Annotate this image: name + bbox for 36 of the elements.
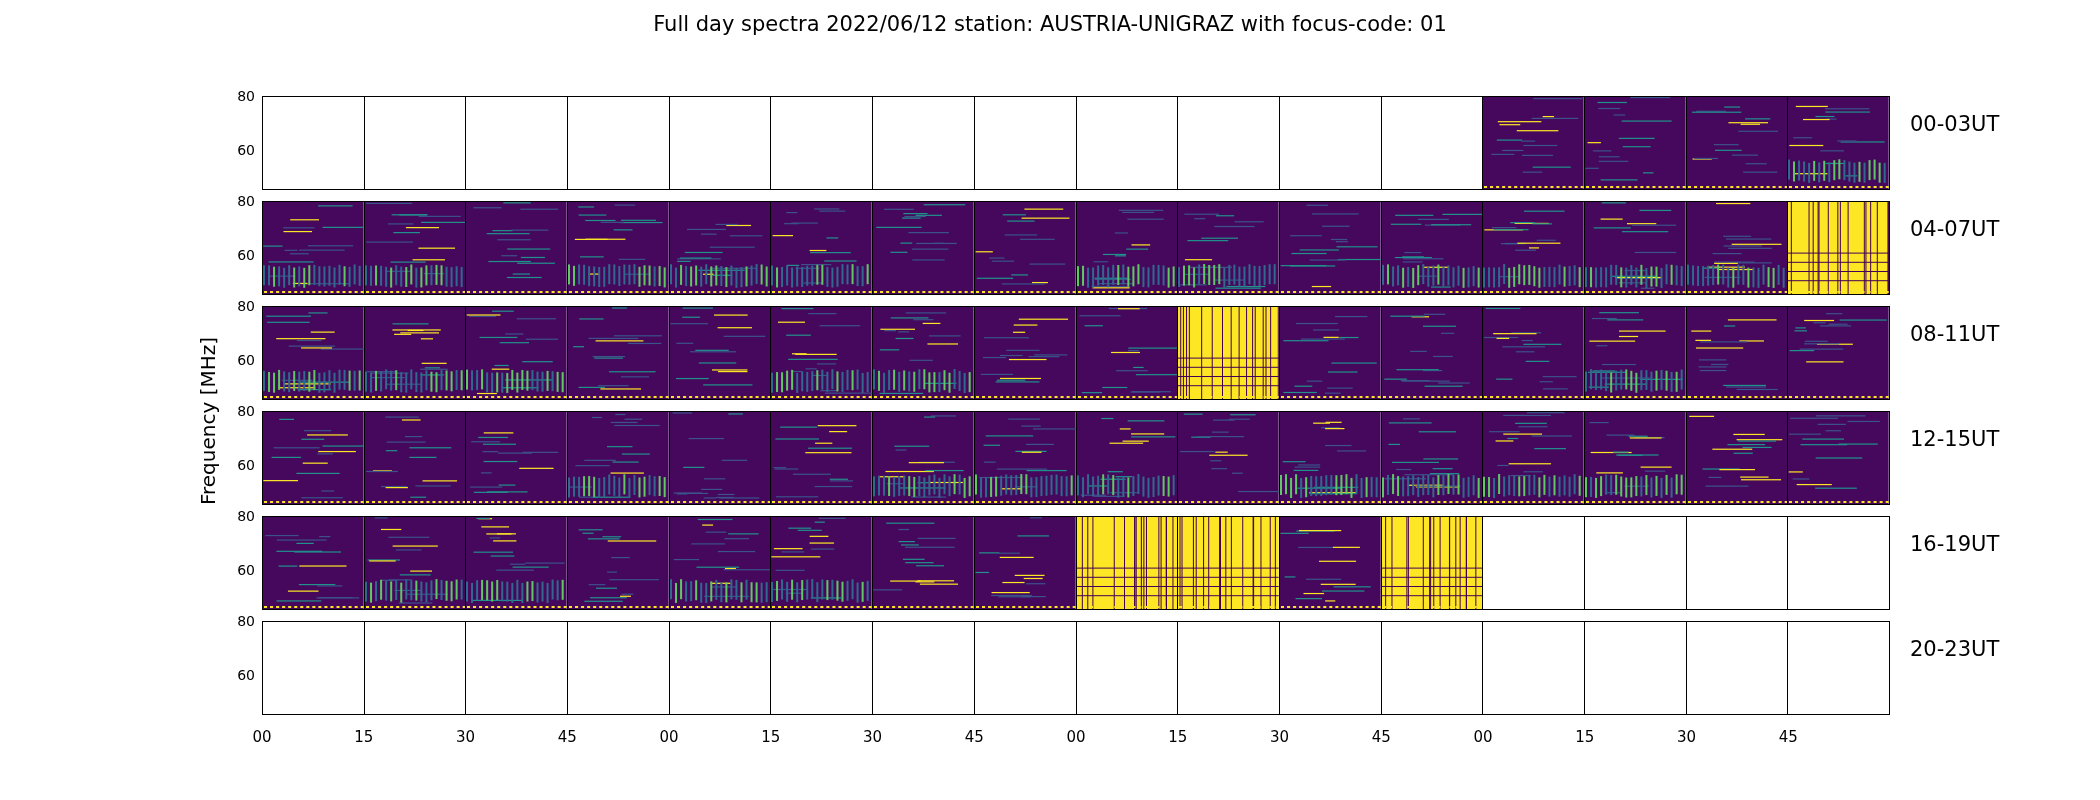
tick-label: 30	[1676, 728, 1697, 746]
row-label: 04-07UT	[1910, 217, 2000, 241]
row-label: 16-19UT	[1910, 532, 2000, 556]
tick-label: 00	[659, 728, 679, 746]
axis-label: Frequency [MHz]	[195, 336, 221, 506]
tick-label: 15	[1575, 728, 1595, 746]
tick-label: 60	[237, 666, 255, 684]
figure-title: Full day spectra 2022/06/12 station: AUSTRIA-UNIGRAZ with focus-code: 01	[653, 11, 1447, 38]
tick-label: 80	[237, 87, 255, 105]
tick-label: 15	[354, 728, 374, 746]
tick-label: 60	[237, 456, 255, 474]
row-label: 12-15UT	[1910, 427, 2000, 451]
tick-label: 30	[455, 728, 476, 746]
tick-label: 00	[1066, 728, 1086, 746]
row-label: 08-11UT	[1910, 322, 2000, 346]
tick-label: 45	[557, 728, 577, 746]
tick-label: 45	[964, 728, 984, 746]
tick-label: 45	[1778, 728, 1798, 746]
tick-label: 45	[1371, 728, 1391, 746]
tick-label: 30	[1269, 728, 1290, 746]
tick-label: 80	[237, 192, 255, 210]
tick-label: 80	[237, 297, 255, 315]
row-label: 00-03UT	[1910, 112, 2000, 136]
tick-label: 15	[1168, 728, 1188, 746]
tick-label: 60	[237, 351, 255, 369]
tick-label: 30	[862, 728, 883, 746]
tick-label: 80	[237, 507, 255, 525]
tick-label: 60	[237, 141, 255, 159]
tick-label: 15	[761, 728, 781, 746]
tick-label: 80	[237, 402, 255, 420]
tick-label: 80	[237, 612, 255, 630]
tick-label: 00	[1473, 728, 1493, 746]
tick-label: 60	[237, 561, 255, 579]
row-label: 20-23UT	[1910, 637, 2000, 661]
tick-label: 00	[252, 728, 272, 746]
tick-label: 60	[237, 246, 255, 264]
